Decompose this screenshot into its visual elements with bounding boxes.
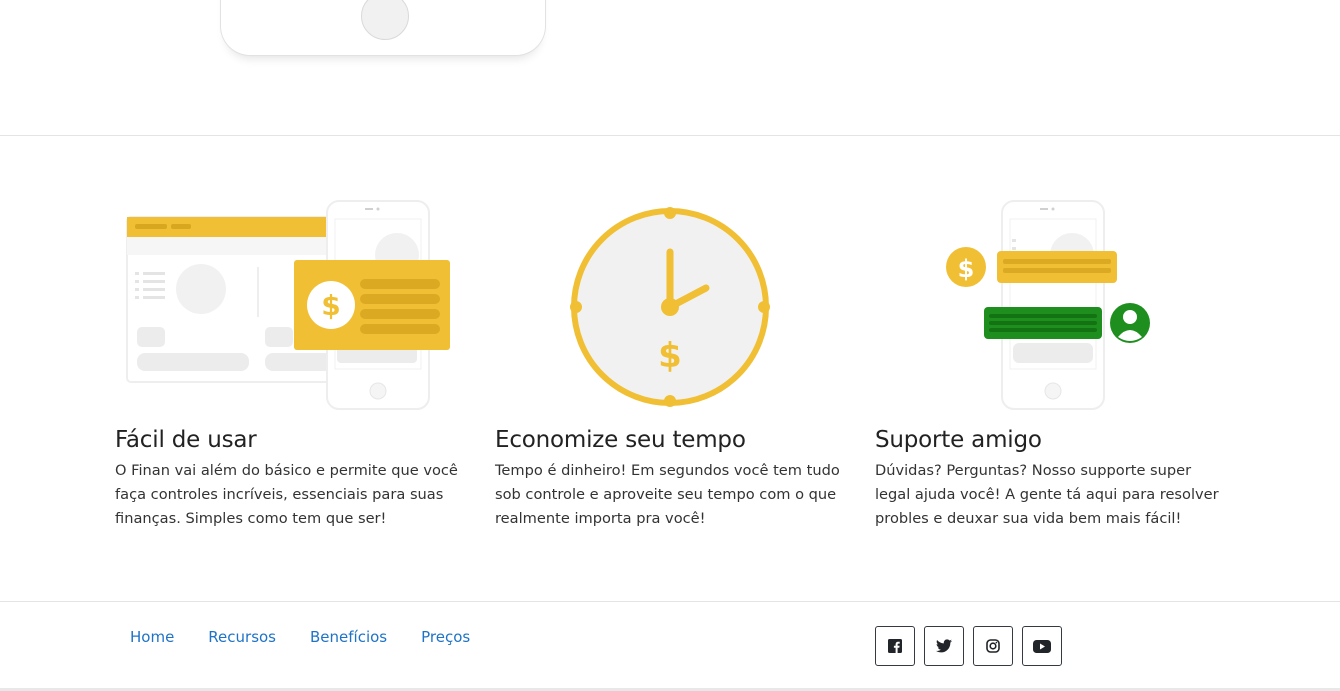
feature-description: O Finan vai além do básico e permite que…: [115, 462, 458, 527]
social-links: [875, 626, 1062, 666]
feature-title: Fácil de usar: [115, 427, 257, 453]
footer-nav: Home Recursos Benefícios Preços: [113, 628, 487, 646]
phone-mockup-illustration: [220, 0, 546, 56]
svg-text:$: $: [321, 289, 340, 322]
footer: Home Recursos Benefícios Preços: [0, 602, 1340, 691]
hero-bottom-area: [0, 0, 1340, 136]
footer-link-beneficios[interactable]: Benefícios: [293, 628, 404, 646]
feature-title: Suporte amigo: [875, 427, 1042, 453]
chat-support-illustration: $: [875, 197, 1220, 417]
feature-description: Dúvidas? Perguntas? Nosso supporte super…: [875, 462, 1219, 527]
youtube-icon: [1033, 639, 1051, 653]
feature-save-time: $ Economize seu tempo Tempo é dinheiro! …: [495, 197, 840, 531]
svg-text:$: $: [958, 255, 975, 283]
feature-title: Economize seu tempo: [495, 427, 746, 453]
feature-description: Tempo é dinheiro! Em segundos você tem t…: [495, 462, 840, 527]
svg-text:$: $: [658, 336, 682, 376]
footer-link-home[interactable]: Home: [113, 628, 191, 646]
facebook-icon: [888, 639, 902, 653]
facebook-button[interactable]: [875, 626, 915, 666]
instagram-button[interactable]: [973, 626, 1013, 666]
twitter-button[interactable]: [924, 626, 964, 666]
feature-friendly-support: $ Suporte amigo Dúvidas? Perguntas? Noss…: [875, 197, 1220, 531]
footer-link-recursos[interactable]: Recursos: [191, 628, 293, 646]
twitter-icon: [936, 639, 952, 653]
phone-home-button-illustration: [361, 0, 409, 40]
dashboard-illustration: $: [115, 197, 460, 417]
instagram-icon: [986, 639, 1000, 653]
feature-easy-to-use: $ Fácil de usar O Finan vai além do bási…: [115, 197, 460, 531]
clock-illustration: $: [495, 197, 840, 417]
footer-link-precos[interactable]: Preços: [404, 628, 487, 646]
youtube-button[interactable]: [1022, 626, 1062, 666]
features-section: $ Fácil de usar O Finan vai além do bási…: [0, 137, 1340, 601]
